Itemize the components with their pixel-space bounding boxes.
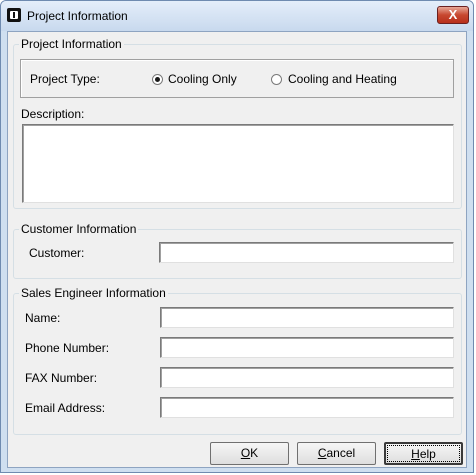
help-button[interactable]: Help — [384, 442, 463, 465]
window-title: Project Information — [27, 9, 128, 23]
dialog-window: Project Information X Project Informatio… — [0, 0, 474, 473]
customer-input[interactable] — [159, 242, 454, 263]
ok-mnemonic: O — [240, 446, 251, 460]
dialog-body: Project Information Project Type: Coolin… — [7, 31, 467, 468]
sales-engineer-information-legend: Sales Engineer Information — [21, 286, 166, 300]
title-bar[interactable]: Project Information X — [1, 1, 473, 31]
name-label: Name: — [25, 311, 61, 325]
cooling-and-heating-label[interactable]: Cooling and Heating — [288, 72, 397, 86]
cooling-only-label[interactable]: Cooling Only — [168, 72, 237, 86]
project-information-legend: Project Information — [21, 37, 122, 51]
description-textarea[interactable] — [22, 124, 454, 203]
customer-label: Customer: — [29, 246, 85, 260]
cooling-only-radio[interactable] — [152, 74, 163, 85]
close-icon: X — [448, 7, 458, 22]
ok-button-label: OK — [241, 446, 258, 460]
name-input[interactable] — [160, 307, 454, 328]
cancel-label-rest: ancel — [326, 446, 356, 460]
phone-number-input[interactable] — [160, 337, 454, 358]
fax-number-label: FAX Number: — [25, 371, 98, 385]
close-button[interactable]: X — [437, 6, 469, 24]
phone-number-label: Phone Number: — [25, 341, 110, 355]
cancel-button-label: Cancel — [318, 446, 355, 460]
app-icon — [7, 8, 21, 22]
ok-label-rest: K — [250, 446, 259, 460]
email-address-label: Email Address: — [25, 401, 106, 415]
fax-number-input[interactable] — [160, 367, 454, 388]
customer-information-legend: Customer Information — [21, 222, 137, 236]
project-type-label: Project Type: — [30, 72, 100, 86]
email-address-input[interactable] — [160, 397, 454, 418]
cancel-button[interactable]: Cancel — [297, 442, 376, 465]
ok-button[interactable]: OK — [210, 442, 289, 465]
help-label-rest: elp — [419, 447, 436, 461]
description-label: Description: — [21, 107, 85, 121]
cooling-and-heating-radio[interactable] — [271, 74, 282, 85]
help-button-label: Help — [411, 447, 436, 461]
help-mnemonic: H — [411, 447, 420, 461]
